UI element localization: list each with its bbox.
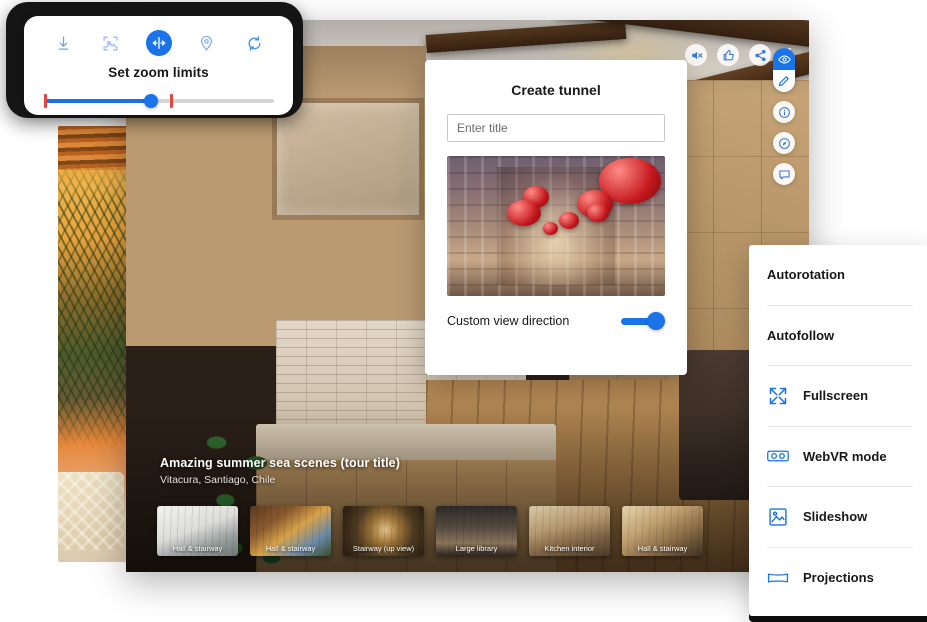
dialog-title: Create tunnel — [511, 82, 601, 98]
projections-icon — [767, 567, 789, 589]
view-edit-toggle-pill — [773, 48, 795, 92]
thumbnail-caption: Kitchen interior — [544, 544, 595, 553]
location-pin-icon[interactable] — [193, 30, 219, 56]
custom-view-direction-row: Custom view direction — [447, 312, 665, 330]
eye-icon[interactable] — [773, 48, 795, 70]
thumbnail-strip: Hall & stairway Hall & stairway Stairway… — [157, 506, 703, 556]
thumbnail-caption: Large library — [455, 544, 498, 553]
thumbnail-caption: Hall & stairway — [172, 544, 223, 553]
tunnel-preview-image[interactable] — [447, 156, 665, 296]
tour-meta: Amazing summer sea scenes (tour title) V… — [160, 456, 400, 486]
menu-item-slideshow[interactable]: Slideshow — [767, 487, 913, 548]
comment-icon[interactable] — [773, 163, 795, 185]
preview-bauble — [587, 204, 609, 222]
custom-view-direction-label: Custom view direction — [447, 314, 570, 328]
custom-view-direction-toggle[interactable] — [621, 312, 665, 330]
menu-item-autofollow[interactable]: Autofollow — [767, 306, 913, 366]
preview-bauble — [559, 212, 579, 229]
thumbnail-caption: Hall & stairway — [265, 544, 316, 553]
download-icon[interactable] — [50, 30, 76, 56]
menu-item-label: Autorotation — [767, 267, 845, 283]
slideshow-icon — [767, 506, 789, 528]
info-icon[interactable] — [773, 101, 795, 123]
slider-thumb[interactable] — [144, 94, 158, 108]
thumbs-up-icon[interactable] — [717, 44, 739, 66]
toggle-knob — [647, 312, 665, 330]
menu-item-label: Projections — [803, 570, 874, 586]
slider-fill — [44, 99, 152, 103]
webvr-icon — [767, 445, 789, 467]
sound-muted-icon[interactable] — [685, 44, 707, 66]
zoom-card-toolbar — [42, 30, 275, 56]
page-title: Amazing summer sea scenes (tour title) — [160, 456, 400, 470]
menu-item-autorotation[interactable]: Autorotation — [767, 245, 913, 306]
menu-item-fullscreen[interactable]: Fullscreen — [767, 366, 913, 427]
zoom-limits-slider[interactable] — [42, 92, 275, 110]
pencil-icon[interactable] — [773, 70, 795, 92]
list-item[interactable]: Large library — [436, 506, 517, 556]
panorama-right-rail — [773, 48, 795, 185]
list-item[interactable]: Stairway (up view) — [343, 506, 424, 556]
create-tunnel-dialog: Create tunnel Custom view direction — [425, 60, 687, 375]
list-item[interactable]: Hall & stairway — [157, 506, 238, 556]
options-menu: Autorotation Autofollow Fullscreen WebVR… — [749, 245, 927, 616]
set-zoom-limits-card: Set zoom limits — [24, 16, 293, 115]
menu-item-label: Fullscreen — [803, 388, 869, 404]
list-item[interactable]: Hall & stairway — [622, 506, 703, 556]
list-item[interactable]: Kitchen interior — [529, 506, 610, 556]
cushion — [58, 472, 124, 550]
fullscreen-icon — [767, 385, 789, 407]
adjacent-panorama-preview[interactable] — [58, 126, 132, 562]
slider-max-limit-marker[interactable] — [170, 94, 173, 108]
title-input[interactable] — [447, 114, 665, 142]
menu-item-label: Autofollow — [767, 327, 835, 343]
preview-bauble — [507, 200, 541, 226]
app-stage: Amazing summer sea scenes (tour title) V… — [0, 0, 927, 622]
tour-location: Vitacura, Santiago, Chile — [160, 474, 276, 486]
compass-icon[interactable] — [773, 132, 795, 154]
zoom-limits-icon[interactable] — [145, 30, 172, 56]
menu-item-label: Slideshow — [803, 509, 868, 525]
crop-image-icon[interactable] — [98, 30, 124, 56]
glass-cabinet-door — [272, 98, 424, 220]
thumbnail-caption: Hall & stairway — [637, 544, 688, 553]
thumbnail-caption: Stairway (up view) — [352, 544, 415, 553]
preview-bauble — [543, 222, 558, 235]
menu-item-projections[interactable]: Projections — [767, 548, 913, 609]
list-item[interactable]: Hall & stairway — [250, 506, 331, 556]
menu-item-webvr[interactable]: WebVR mode — [767, 427, 913, 487]
share-icon[interactable] — [749, 44, 771, 66]
refresh-icon[interactable] — [241, 30, 267, 56]
zoom-card-title: Set zoom limits — [108, 65, 209, 80]
slider-min-limit-marker[interactable] — [44, 94, 47, 108]
menu-item-label: WebVR mode — [803, 448, 887, 464]
